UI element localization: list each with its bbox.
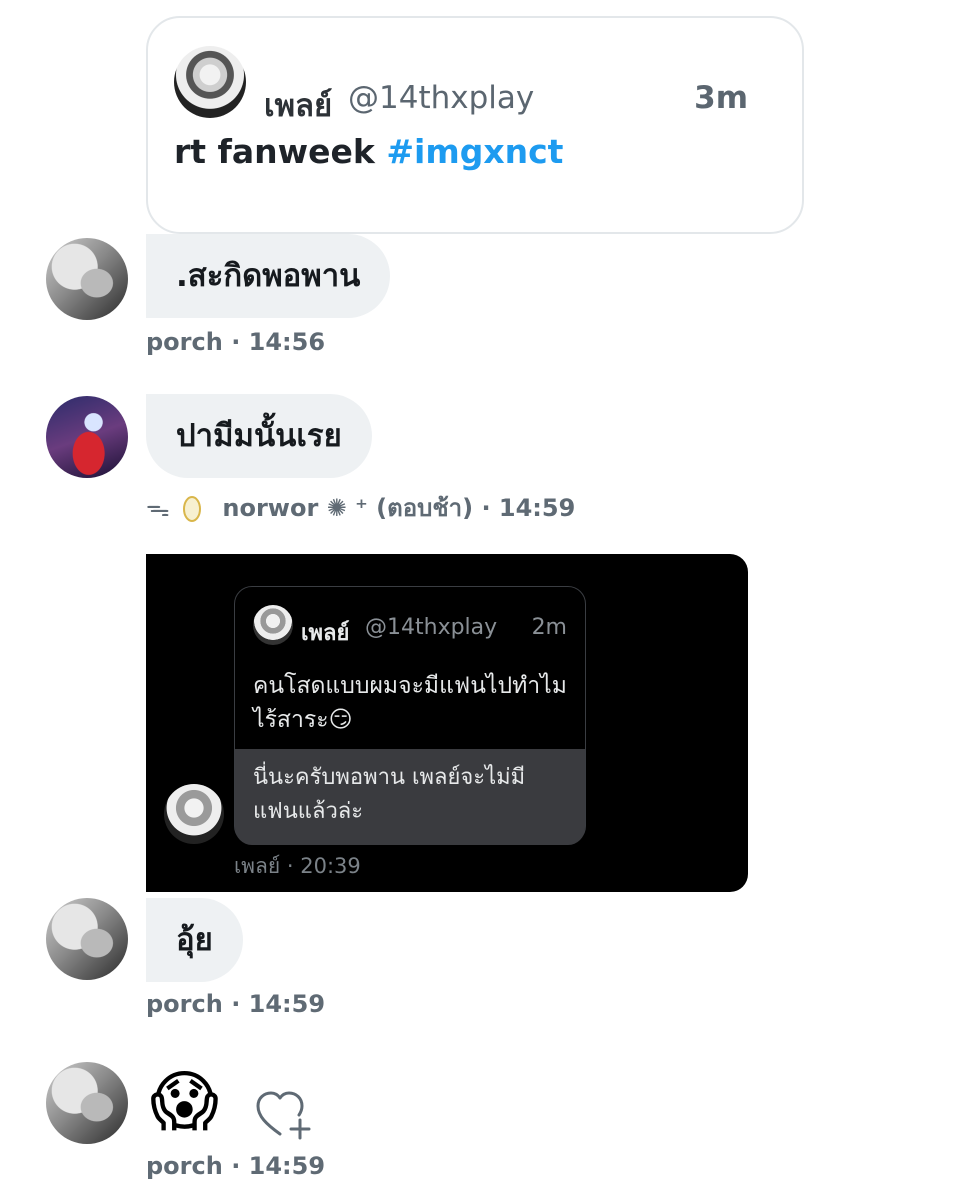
message-meta: porch · 14:59 <box>146 990 325 1018</box>
message-time: · 14:59 <box>231 1152 326 1180</box>
message-meta: porch · 14:59 <box>146 1152 325 1180</box>
quoted-tweet-handle[interactable]: @14thxplay <box>348 80 534 116</box>
message-time: · 14:56 <box>231 328 326 356</box>
message-bubble[interactable]: ปามีมนั้นเรย <box>146 394 372 478</box>
sender-name: norwor ✺ ⁺ (ตอบช้า) <box>222 494 474 522</box>
dm-conversation: เพลย์ @14thxplay 3m rt fanweek #imgxnct … <box>0 0 960 1200</box>
avatar[interactable] <box>46 396 128 478</box>
quoted-tweet-body: rt fanweek <box>174 132 375 171</box>
avatar[interactable] <box>46 238 128 320</box>
quoted-tweet-card[interactable]: เพลย์ @14thxplay 3m rt fanweek #imgxnct <box>146 16 804 234</box>
mirror-icon <box>183 496 202 522</box>
message-bubble[interactable]: .สะกิดพอพาน <box>146 234 391 318</box>
message-meta: ᯓ norwor ✺ ⁺ (ตอบช้า) · 14:59 <box>146 488 575 527</box>
quoted-tweet-time: 3m <box>694 80 748 116</box>
quoted-tweet-avatar[interactable] <box>174 46 246 118</box>
embedded-time: 2m <box>531 615 567 640</box>
embedded-handle: @14thxplay <box>365 615 498 640</box>
embedded-meta: เพลย์ · 20:39 <box>234 854 361 878</box>
message-time: · 14:59 <box>231 990 326 1018</box>
emoji-message[interactable]: 😱 <box>150 1062 219 1142</box>
embedded-display-name: เพลย์ <box>301 621 350 646</box>
sender-name: porch <box>146 1152 223 1180</box>
avatar[interactable] <box>46 1062 128 1144</box>
quoted-tweet-display-name[interactable]: เพลย์ <box>264 80 332 130</box>
quoted-tweet-text: rt fanweek #imgxnct <box>174 132 563 171</box>
sender-prefix-glyph: ᯓ <box>146 494 170 522</box>
avatar[interactable] <box>46 898 128 980</box>
message-time: · 14:59 <box>481 494 576 522</box>
embedded-tweet-text: คนโสดแบบผมจะมีแฟนไปทำไม ไร้สาระ😏 <box>253 673 567 733</box>
message-bubble[interactable]: อุ้ย <box>146 898 243 982</box>
embedded-tweet-card: เพลย์ @14thxplay 2m คนโสดแบบผมจะมีแฟนไปท… <box>234 586 586 845</box>
quoted-tweet-hashtag[interactable]: #imgxnct <box>386 132 563 171</box>
embedded-reply-text: นี่นะครับพอพาน เพลย์จะไม่มีแฟนแล้วล่ะ <box>235 749 585 845</box>
embedded-sender-avatar <box>164 784 224 844</box>
sender-name: porch <box>146 328 223 356</box>
heart-plus-icon[interactable] <box>256 1090 314 1140</box>
screenshot-image[interactable]: เพลย์ @14thxplay 2m คนโสดแบบผมจะมีแฟนไปท… <box>146 554 748 892</box>
sender-name: porch <box>146 990 223 1018</box>
message-meta: porch · 14:56 <box>146 328 325 356</box>
embedded-avatar <box>253 605 293 645</box>
